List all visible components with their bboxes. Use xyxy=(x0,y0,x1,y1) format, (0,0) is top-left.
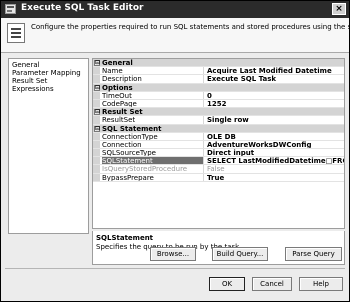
help-title: SQLStatement xyxy=(96,234,154,242)
property-grid: ⊟ General Name Acquire Last Modified Dat… xyxy=(92,58,345,229)
property-name: CodePage xyxy=(102,99,204,108)
browse-button[interactable]: Browse... xyxy=(150,247,196,261)
nav-item-general[interactable]: General xyxy=(9,61,88,69)
collapse-icon[interactable]: ⊟ xyxy=(94,84,100,91)
category-sql-statement[interactable]: ⊟ SQL Statement xyxy=(93,124,344,133)
collapse-icon[interactable]: ⊟ xyxy=(94,60,100,66)
property-row-connection[interactable]: Connection AdventureWorksDWConfig xyxy=(93,140,344,150)
task-icon xyxy=(5,4,16,14)
property-row-codepage[interactable]: CodePage 1252 xyxy=(93,99,344,109)
property-row-resultset[interactable]: ResultSet Single row xyxy=(93,116,344,125)
separator xyxy=(5,268,345,269)
title-bar[interactable]: Execute SQL Task Editor × xyxy=(1,1,349,18)
parse-query-button[interactable]: Parse Query xyxy=(285,247,342,261)
property-name: SQLSourceType xyxy=(102,149,204,157)
cancel-button[interactable]: Cancel xyxy=(252,277,292,291)
property-row-sqlstatement[interactable]: SQLStatement SELECT LastModifiedDatetime… xyxy=(93,157,344,166)
property-value[interactable]: 1252 xyxy=(207,100,344,107)
sql-statement-input[interactable]: SELECT LastModifiedDatetime□FROM cfgIncr… xyxy=(207,157,344,164)
property-value[interactable]: AdventureWorksDWConfig xyxy=(207,141,344,148)
nav-item-expressions[interactable]: Expressions xyxy=(9,85,88,93)
property-row-name[interactable]: Name Acquire Last Modified Datetime xyxy=(93,67,344,76)
property-row-bypassprepare[interactable]: BypassPrepare True xyxy=(93,173,344,182)
nav-item-parameter-mapping[interactable]: Parameter Mapping xyxy=(9,69,88,77)
page-nav: General Parameter Mapping Result Set Exp… xyxy=(8,58,89,234)
property-name: SQLStatement xyxy=(102,157,204,165)
property-row-timeout[interactable]: TimeOut 0 xyxy=(93,91,344,100)
build-query-button[interactable]: Build Query... xyxy=(212,247,268,261)
property-value[interactable]: True xyxy=(207,174,344,181)
property-name: TimeOut xyxy=(102,91,204,99)
property-value[interactable]: OLE DB xyxy=(207,133,344,140)
property-name: Name xyxy=(102,67,204,75)
property-row-isquerystoredprocedure: IsQueryStoredProcedure False xyxy=(93,165,344,174)
category-label: SQL Statement xyxy=(102,124,162,133)
category-label: Result Set xyxy=(102,108,143,117)
property-row-connectiontype[interactable]: ConnectionType OLE DB xyxy=(93,132,344,141)
property-value[interactable]: Direct input xyxy=(207,149,344,156)
property-name: ConnectionType xyxy=(102,132,204,140)
category-label: General xyxy=(102,59,133,67)
window-title: Execute SQL Task Editor xyxy=(21,3,144,13)
property-value[interactable]: 0 xyxy=(207,92,344,99)
property-name: ResultSet xyxy=(102,116,204,124)
dialog-window: Execute SQL Task Editor × Configure the … xyxy=(0,0,350,302)
header-description: Configure the properties required to run… xyxy=(31,23,349,31)
property-name: Connection xyxy=(102,140,204,149)
header-band: Configure the properties required to run… xyxy=(1,18,349,53)
category-label: Options xyxy=(102,83,133,92)
property-name: Description xyxy=(102,75,204,83)
category-general[interactable]: ⊟ General xyxy=(93,59,344,68)
property-row-sqlsourcetype[interactable]: SQLSourceType Direct input xyxy=(93,149,344,158)
sql-task-icon xyxy=(7,23,25,43)
category-result-set[interactable]: ⊟ Result Set xyxy=(93,108,344,117)
property-value[interactable]: Execute SQL Task xyxy=(207,75,344,82)
help-button[interactable]: Help xyxy=(299,277,343,291)
ok-button[interactable]: OK xyxy=(209,277,245,291)
collapse-icon[interactable]: ⊟ xyxy=(94,109,100,116)
collapse-icon[interactable]: ⊟ xyxy=(94,125,100,132)
property-value[interactable]: Single row xyxy=(207,116,344,123)
property-row-description[interactable]: Description Execute SQL Task xyxy=(93,75,344,84)
property-name: BypassPrepare xyxy=(102,173,204,181)
category-options[interactable]: ⊟ Options xyxy=(93,83,344,92)
close-button[interactable]: × xyxy=(332,3,346,15)
nav-item-result-set[interactable]: Result Set xyxy=(9,77,88,85)
property-value[interactable]: Acquire Last Modified Datetime xyxy=(207,67,344,74)
property-name: IsQueryStoredProcedure xyxy=(102,165,204,173)
property-value: False xyxy=(207,165,225,173)
